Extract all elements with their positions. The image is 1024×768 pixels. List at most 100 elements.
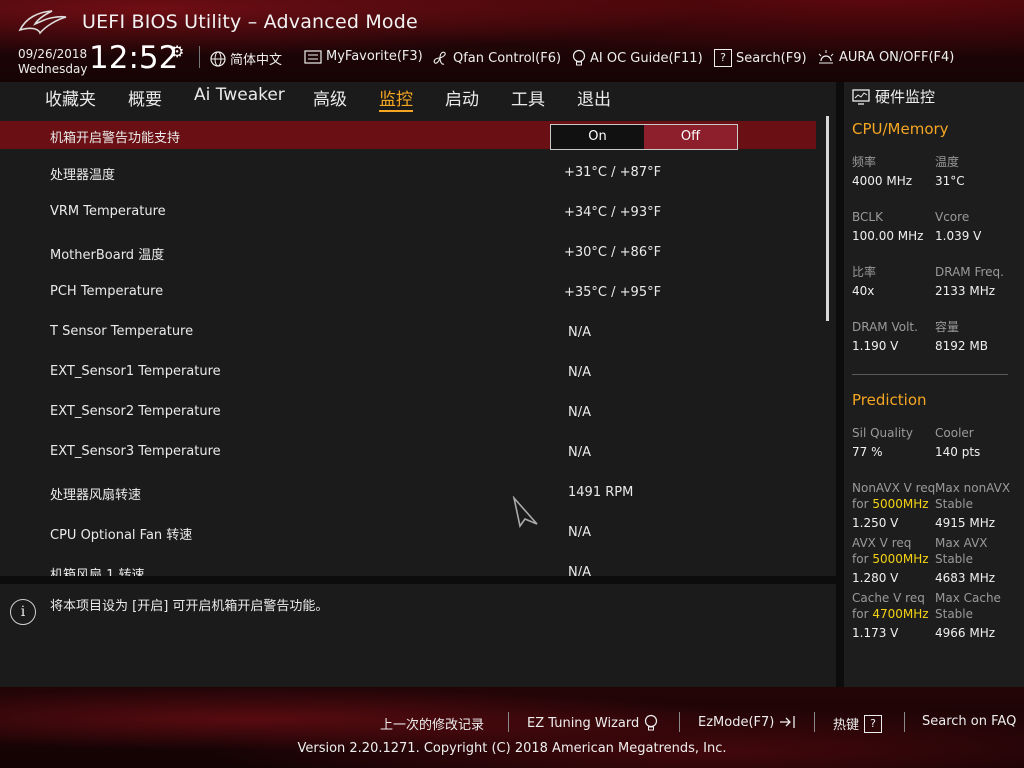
setting-row[interactable]: VRM Temperature +34°C / +93°F bbox=[0, 198, 816, 226]
aura-toggle-button[interactable]: AURA ON/OFF(F4) bbox=[817, 49, 954, 65]
setting-label: MotherBoard 温度 bbox=[50, 248, 165, 263]
ratio-value: 40x bbox=[852, 284, 875, 298]
last-modified-button[interactable]: 上一次的修改记录 bbox=[380, 714, 484, 733]
ai-oc-guide-button[interactable]: AI OC Guide(F11) bbox=[572, 49, 703, 67]
max-nonavx-stable: Stable bbox=[935, 497, 974, 511]
monitor-settings-list: 机箱开启警告功能支持 On Off 处理器温度 +31°C / +87°F VR… bbox=[0, 112, 836, 576]
dram-freq-label: DRAM Freq. bbox=[935, 265, 1004, 279]
tab-boot[interactable]: 启动 bbox=[445, 85, 479, 110]
setting-row[interactable]: 处理器风扇转速 1491 RPM bbox=[0, 478, 816, 506]
nonavx-target-freq: 5000MHz bbox=[872, 497, 929, 511]
setting-value: N/A bbox=[568, 405, 591, 420]
cache-req-title: Cache V req bbox=[852, 591, 925, 605]
setting-row[interactable]: MotherBoard 温度 +30°C / +86°F bbox=[0, 238, 816, 266]
toggle-on-option[interactable]: On bbox=[551, 125, 644, 149]
search-label: Search(F9) bbox=[736, 50, 807, 66]
chassis-intrusion-toggle[interactable]: On Off bbox=[550, 124, 738, 150]
tab-monitor[interactable]: 监控 bbox=[379, 85, 413, 112]
tab-tool[interactable]: 工具 bbox=[511, 85, 545, 110]
max-nonavx-label: Max nonAVX Stable bbox=[935, 480, 1010, 512]
ez-tuning-wizard-button[interactable]: EZ Tuning Wizard bbox=[527, 714, 658, 732]
bclk-label: BCLK bbox=[852, 210, 883, 224]
hotkeys-label: 热键 bbox=[833, 718, 860, 733]
tab-main[interactable]: 概要 bbox=[128, 85, 162, 110]
nonavx-req-label: NonAVX V req for 5000MHz bbox=[852, 480, 935, 512]
setting-label: 机箱风扇 1 转速 bbox=[50, 568, 145, 576]
header-divider bbox=[199, 46, 200, 68]
max-cache-label: Max Cache Stable bbox=[935, 590, 1001, 622]
temp-label: 温度 bbox=[935, 155, 960, 169]
capacity-label: 容量 bbox=[935, 320, 960, 334]
setting-label: 处理器风扇转速 bbox=[50, 488, 142, 503]
language-button[interactable]: 简体中文 bbox=[210, 49, 282, 68]
vcore-label: Vcore bbox=[935, 210, 970, 224]
tab-exit[interactable]: 退出 bbox=[577, 85, 611, 110]
avx-target-freq: 5000MHz bbox=[872, 552, 929, 566]
setting-row[interactable]: EXT_Sensor2 Temperature N/A bbox=[0, 398, 816, 426]
setting-row[interactable]: 机箱风扇 1 转速 N/A bbox=[0, 558, 816, 576]
myfavorite-button[interactable]: MyFavorite(F3) bbox=[304, 49, 423, 64]
cache-req-for: for 4700MHz bbox=[852, 606, 929, 622]
mouse-pointer-icon bbox=[512, 496, 538, 528]
setting-label: EXT_Sensor2 Temperature bbox=[50, 404, 221, 419]
prediction-heading: Prediction bbox=[852, 391, 927, 409]
setting-row[interactable]: EXT_Sensor3 Temperature N/A bbox=[0, 438, 816, 466]
hardware-monitor-header: 硬件监控 bbox=[852, 86, 935, 107]
setting-value: N/A bbox=[568, 365, 591, 380]
setting-value: 1491 RPM bbox=[568, 485, 634, 500]
sil-quality-label: Sil Quality bbox=[852, 426, 913, 440]
setting-row[interactable]: PCH Temperature +35°C / +95°F bbox=[0, 278, 816, 306]
last-modified-label: 上一次的修改记录 bbox=[380, 718, 485, 733]
footer-divider bbox=[508, 712, 509, 732]
setting-row[interactable]: CPU Optional Fan 转速 N/A bbox=[0, 518, 816, 546]
ezmode-button[interactable]: EzMode(F7) bbox=[698, 714, 797, 730]
clock-settings-gear-icon[interactable]: ⚙ bbox=[170, 42, 184, 61]
capacity-value: 8192 MB bbox=[935, 339, 988, 353]
setting-value: +30°C / +86°F bbox=[564, 245, 662, 260]
max-avx-stable: Stable bbox=[935, 552, 974, 566]
avx-req-label: AVX V req for 5000MHz bbox=[852, 535, 929, 567]
bclk-value: 100.00 MHz bbox=[852, 229, 924, 243]
setting-label: VRM Temperature bbox=[50, 204, 166, 219]
hardware-monitor-title: 硬件监控 bbox=[875, 88, 936, 106]
setting-row[interactable]: T Sensor Temperature N/A bbox=[0, 318, 816, 346]
footer-bar: 上一次的修改记录 EZ Tuning Wizard EzMode(F7) 热键 … bbox=[0, 687, 1024, 768]
dram-volt-label: DRAM Volt. bbox=[852, 320, 918, 334]
help-text: 将本项目设为 [开启] 可开启机箱开启警告功能。 bbox=[50, 599, 329, 614]
search-button[interactable]: ? Search(F9) bbox=[714, 49, 807, 67]
dram-volt-value: 1.190 V bbox=[852, 339, 899, 353]
max-avx-value: 4683 MHz bbox=[935, 571, 996, 585]
tab-advanced[interactable]: 高级 bbox=[313, 85, 347, 110]
date-text: 09/26/2018 bbox=[18, 47, 88, 61]
tab-ai-tweaker[interactable]: Ai Tweaker bbox=[194, 85, 285, 105]
setting-value: N/A bbox=[568, 525, 591, 540]
tab-favorites[interactable]: 收藏夹 bbox=[45, 85, 96, 110]
toggle-off-option[interactable]: Off bbox=[644, 125, 737, 149]
max-cache-value: 4966 MHz bbox=[935, 626, 996, 640]
cache-target-freq: 4700MHz bbox=[872, 607, 929, 621]
ezmode-label: EzMode(F7) bbox=[698, 714, 775, 730]
setting-label: EXT_Sensor1 Temperature bbox=[50, 364, 221, 379]
rog-logo-icon bbox=[18, 10, 67, 35]
for-text: for bbox=[852, 497, 873, 511]
search-faq-label: Search on FAQ bbox=[922, 714, 1017, 729]
hotkeys-button[interactable]: 热键 ? bbox=[833, 714, 883, 733]
aura-light-icon bbox=[818, 50, 834, 64]
max-nonavx-title: Max nonAVX bbox=[935, 481, 1011, 495]
cooler-value: 140 pts bbox=[935, 445, 981, 459]
setting-row-chassis-intrusion[interactable]: 机箱开启警告功能支持 On Off bbox=[0, 121, 816, 150]
setting-label: T Sensor Temperature bbox=[50, 324, 194, 339]
header-bar: UEFI BIOS Utility – Advanced Mode 09/26/… bbox=[0, 0, 1024, 82]
dram-freq-value: 2133 MHz bbox=[935, 284, 996, 298]
search-faq-button[interactable]: Search on FAQ bbox=[922, 714, 1016, 729]
setting-row[interactable]: EXT_Sensor1 Temperature N/A bbox=[0, 358, 816, 386]
max-cache-title: Max Cache bbox=[935, 591, 1001, 605]
lightbulb-icon bbox=[572, 49, 586, 66]
question-box-icon: ? bbox=[864, 714, 883, 733]
list-scrollbar[interactable] bbox=[826, 116, 829, 321]
temp-value: 31°C bbox=[935, 174, 965, 188]
qfan-control-button[interactable]: Qfan Control(F6) bbox=[431, 49, 561, 67]
help-panel: i 将本项目设为 [开启] 可开启机箱开启警告功能。 bbox=[0, 584, 836, 687]
setting-row[interactable]: 处理器温度 +31°C / +87°F bbox=[0, 158, 816, 186]
cache-req-label: Cache V req for 4700MHz bbox=[852, 590, 929, 622]
